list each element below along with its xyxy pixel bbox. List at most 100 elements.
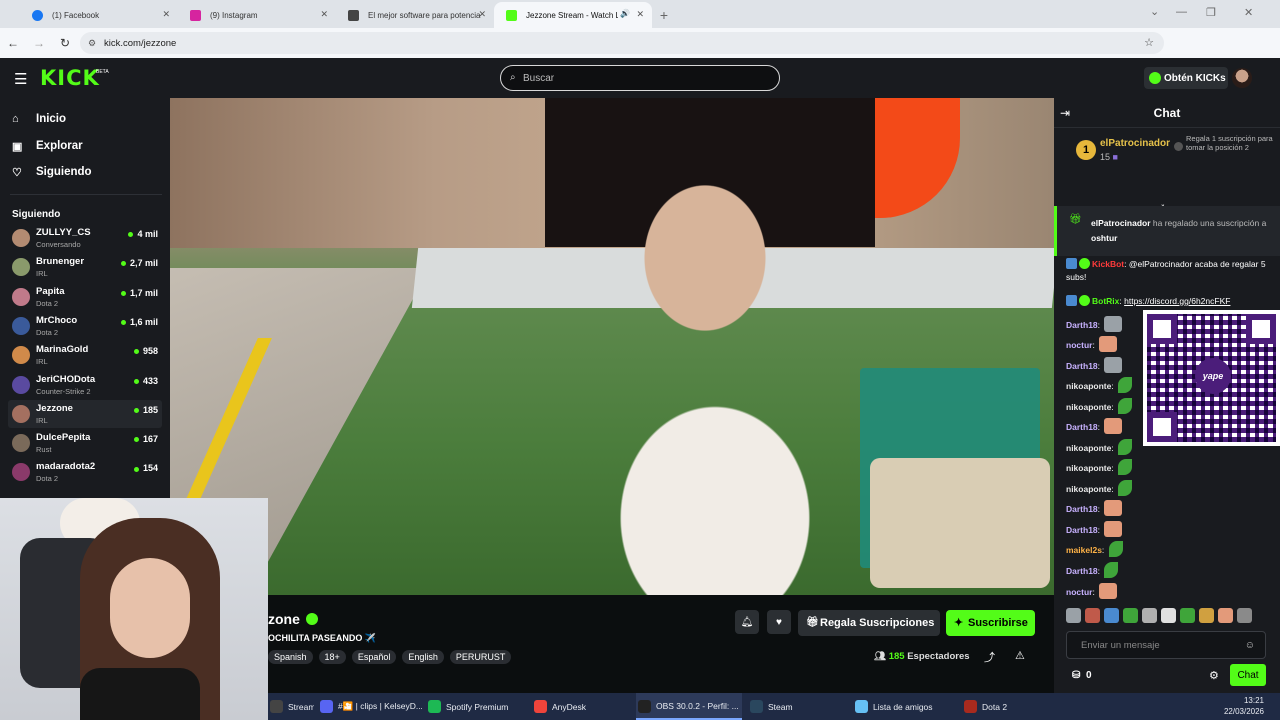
taskbar-app[interactable]: Spotify Premium <box>426 693 528 720</box>
get-kicks-label: Obtén KICKs <box>1164 72 1226 84</box>
maximize-icon[interactable]: ❐ <box>1206 6 1216 19</box>
minimize-icon[interactable]: — <box>1176 6 1187 18</box>
chat-username[interactable]: nikoaponte <box>1066 381 1111 391</box>
chat-username[interactable]: noctur <box>1066 340 1092 350</box>
streamer-name[interactable]: zone <box>268 611 318 627</box>
get-kicks-button[interactable]: Obtén KICKs <box>1144 67 1228 89</box>
app-icon <box>270 700 283 713</box>
taskbar-app[interactable]: Lista de amigos <box>853 693 957 720</box>
url-field[interactable]: ⚙ kick.com/jezzone ☆ <box>80 32 1164 54</box>
chat-username[interactable]: nikoaponte <box>1066 484 1111 494</box>
chat-username[interactable]: Darth18 <box>1066 525 1098 535</box>
video-player[interactable] <box>170 98 1054 595</box>
nav-siguiendo[interactable]: ♡ Siguiendo <box>12 162 92 182</box>
report-icon[interactable]: ⚠ <box>1015 649 1025 662</box>
chat-link[interactable]: https://discord.gg/6h2ncFKF <box>1124 296 1230 306</box>
subscribe-button[interactable]: ✦ Suscribirse <box>946 610 1035 636</box>
close-icon[interactable]: ✕ <box>636 9 644 20</box>
chat-username[interactable]: Darth18 <box>1066 320 1098 330</box>
taskbar-app[interactable]: OBS 30.0.2 - Perfil: ... <box>636 693 742 720</box>
chat-username[interactable]: KickBot <box>1092 259 1124 269</box>
taskbar-app[interactable]: Dota 2 <box>962 693 1032 720</box>
emote[interactable] <box>1218 608 1233 623</box>
sidebar-channel[interactable]: madaradota2 Dota 2 154 <box>8 458 162 486</box>
search-input[interactable]: ⌕ Buscar <box>500 65 780 91</box>
close-icon[interactable]: ✕ <box>162 9 170 20</box>
kick-logo[interactable]: KICK <box>40 66 100 90</box>
share-icon[interactable]: ⤴ <box>984 649 995 665</box>
hamburger-menu-icon[interactable]: ☰ <box>14 70 27 88</box>
reload-icon[interactable]: ↻ <box>52 36 78 50</box>
taskbar-app[interactable]: Steam <box>748 693 848 720</box>
chat-username[interactable]: Darth18 <box>1066 566 1098 576</box>
channel-viewer-count: 167 <box>142 434 158 445</box>
sidebar-channel[interactable]: DulcePepita Rust 167 <box>8 429 162 457</box>
sidebar-channel[interactable]: Jezzone IRL 185 <box>8 399 162 428</box>
back-icon[interactable]: ← <box>0 36 26 50</box>
emote[interactable] <box>1104 608 1119 623</box>
tab-facebook[interactable]: (1) Facebook ✕ <box>20 2 178 28</box>
star-icon: ✦ <box>954 617 964 629</box>
emote[interactable] <box>1123 608 1138 623</box>
emote[interactable] <box>1199 608 1214 623</box>
bookmark-star-icon[interactable]: ☆ <box>1144 36 1154 49</box>
chat-username[interactable]: nikoaponte <box>1066 402 1111 412</box>
sidebar-channel[interactable]: JeriCHODota Counter-Strike 2 433 <box>8 371 162 399</box>
pinned-user[interactable]: elPatrocinador <box>1091 218 1151 228</box>
emote[interactable] <box>1085 608 1100 623</box>
taskbar-app[interactable]: #🎦 | clips | KelseyD... <box>318 693 422 720</box>
chat-username[interactable]: noctur <box>1066 587 1092 597</box>
clock[interactable]: 13:21 22/03/2026 <box>1224 696 1264 718</box>
tab-search-icon[interactable]: ⌄ <box>1150 5 1159 18</box>
sidebar-channel[interactable]: MarinaGold IRL 958 <box>8 341 162 369</box>
chat-settings-icon[interactable]: ⚙ <box>1209 669 1219 682</box>
emote[interactable] <box>1237 608 1252 623</box>
taskbar-app[interactable]: AnyDesk <box>532 693 632 720</box>
users-icon: 👥︎ <box>874 651 889 662</box>
chat-username[interactable]: Darth18 <box>1066 361 1098 371</box>
taskbar-app[interactable]: Stream ... <box>268 693 314 720</box>
chat-message-input[interactable]: Enviar un mensaje ☺ <box>1066 631 1266 659</box>
tag[interactable]: Spanish <box>268 650 313 664</box>
nav-inicio[interactable]: ⌂ Inicio <box>12 109 66 129</box>
chat-username[interactable]: Darth18 <box>1066 504 1098 514</box>
emoji-icon[interactable]: ☺ <box>1245 640 1255 651</box>
chat-username[interactable]: nikoaponte <box>1066 463 1111 473</box>
speaker-icon[interactable]: 🔊 <box>620 9 630 18</box>
chat-send-button[interactable]: Chat <box>1230 664 1266 686</box>
chat-username[interactable]: BotRix <box>1092 296 1119 306</box>
user-avatar[interactable] <box>1232 68 1252 88</box>
tag[interactable]: 18+ <box>318 650 346 664</box>
follow-heart-button[interactable]: ♥ <box>767 610 791 634</box>
tab-jezzone[interactable]: Jezzone Stream - Watch Liv 🔊 ✕ <box>494 2 652 28</box>
emote[interactable] <box>1180 608 1195 623</box>
tag[interactable]: PERURUST <box>449 650 512 664</box>
sidebar-channel[interactable]: Papita Dota 2 1,7 mil <box>8 283 162 311</box>
sidebar-channel[interactable]: MrChoco Dota 2 1,6 mil <box>8 312 162 340</box>
notification-bell-button[interactable]: 🔔︎ <box>735 610 759 634</box>
close-icon[interactable]: ✕ <box>320 9 328 20</box>
tag[interactable]: Español <box>351 650 397 664</box>
close-window-icon[interactable]: ✕ <box>1244 6 1253 19</box>
gift-subs-button[interactable]: 🎁︎ Regala Suscripciones <box>798 610 940 636</box>
chat-username[interactable]: nikoaponte <box>1066 443 1111 453</box>
site-info-icon[interactable]: ⚙ <box>88 38 96 49</box>
emote[interactable] <box>1161 608 1176 623</box>
emote[interactable] <box>1142 608 1157 623</box>
sidebar-channel[interactable]: Brunenger IRL 2,7 mil <box>8 253 162 281</box>
kicks-balance[interactable]: ⛁ 0 <box>1072 670 1092 681</box>
tab-software[interactable]: El mejor software para potencia ✕ <box>336 2 494 28</box>
tag[interactable]: English <box>402 650 444 664</box>
top-gifter-name[interactable]: elPatrocinador <box>1100 138 1170 149</box>
nav-explorar[interactable]: ▣ Explorar <box>12 136 83 156</box>
chat-username[interactable]: Darth18 <box>1066 422 1098 432</box>
sidebar-channel[interactable]: ZULLYY_CS Conversando 4 mil <box>8 224 162 252</box>
new-tab-button[interactable]: + <box>652 2 676 28</box>
channel-name: MrChoco <box>36 314 78 326</box>
pinned-target[interactable]: oshtur <box>1091 233 1117 243</box>
tab-instagram[interactable]: (9) Instagram ✕ <box>178 2 336 28</box>
emote[interactable] <box>1066 608 1081 623</box>
forward-icon[interactable]: → <box>26 36 52 50</box>
chat-username[interactable]: maikel2s <box>1066 545 1102 555</box>
close-icon[interactable]: ✕ <box>478 9 486 20</box>
